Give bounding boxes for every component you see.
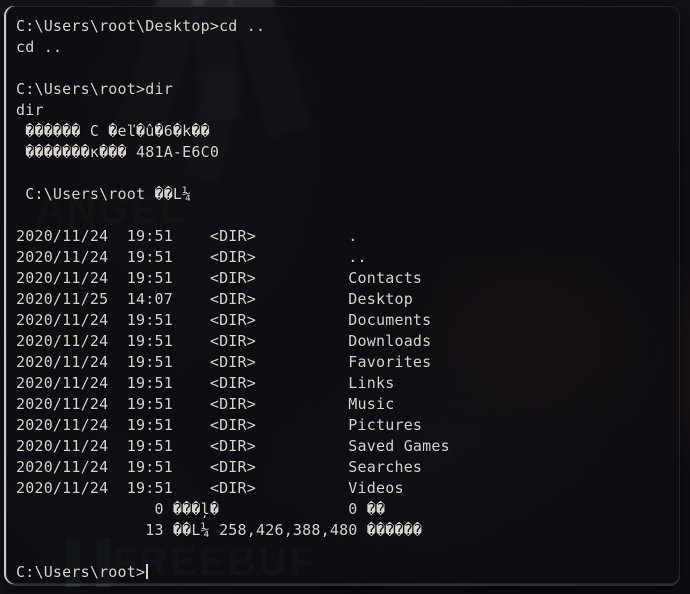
console-line: cd .. <box>16 38 63 56</box>
console-line: dir <box>16 101 44 119</box>
console-line: C:\Users\root\Desktop>cd .. <box>16 17 266 35</box>
console-line: 2020/11/24 19:51 <DIR> Pictures <box>16 416 423 434</box>
text-cursor <box>146 564 149 579</box>
console-output[interactable]: C:\Users\root\Desktop>cd .. cd .. C:\Users… <box>16 16 674 583</box>
console-line: ������ C �eľ�û�6�k�� <box>16 122 210 140</box>
console-line: 13 ��L¼ 258,426,388,480 ������ <box>16 521 423 539</box>
console-line: 2020/11/24 19:51 <DIR> Music <box>16 395 395 413</box>
console-line: C:\Users\root ��L¼ <box>16 185 192 203</box>
console-line: 2020/11/24 19:51 <DIR> Saved Games <box>16 437 450 455</box>
console-line: 2020/11/24 19:51 <DIR> Links <box>16 374 395 392</box>
console-line: C:\Users\root>dir <box>16 80 173 98</box>
console-line: 2020/11/24 19:51 <DIR> Favorites <box>16 353 432 371</box>
console-line: 2020/11/24 19:51 <DIR> Contacts <box>16 269 423 287</box>
screen: ANGEL ▐▐FREEBUF C:\Users\root\Desktop>cd… <box>0 0 690 594</box>
console-line: 0 ���ļ� 0 �� <box>16 500 386 518</box>
console-line: 2020/11/25 14:07 <DIR> Desktop <box>16 290 413 308</box>
console-line: 2020/11/24 19:51 <DIR> .. <box>16 248 367 266</box>
console-line: 2020/11/24 19:51 <DIR> Documents <box>16 311 432 329</box>
console-line: 2020/11/24 19:51 <DIR> Searches <box>16 458 423 476</box>
command-prompt-window[interactable]: C:\Users\root\Desktop>cd .. cd .. C:\Users… <box>6 6 680 584</box>
console-line: 2020/11/24 19:51 <DIR> Videos <box>16 479 404 497</box>
console-line: 2020/11/24 19:51 <DIR> . <box>16 227 358 245</box>
console-line: 2020/11/24 19:51 <DIR> Downloads <box>16 332 432 350</box>
command-prompt-line[interactable]: C:\Users\root> <box>16 562 674 583</box>
console-line: �������к��� 481A-E6C0 <box>16 143 220 161</box>
prompt-text: C:\Users\root> <box>16 563 146 581</box>
